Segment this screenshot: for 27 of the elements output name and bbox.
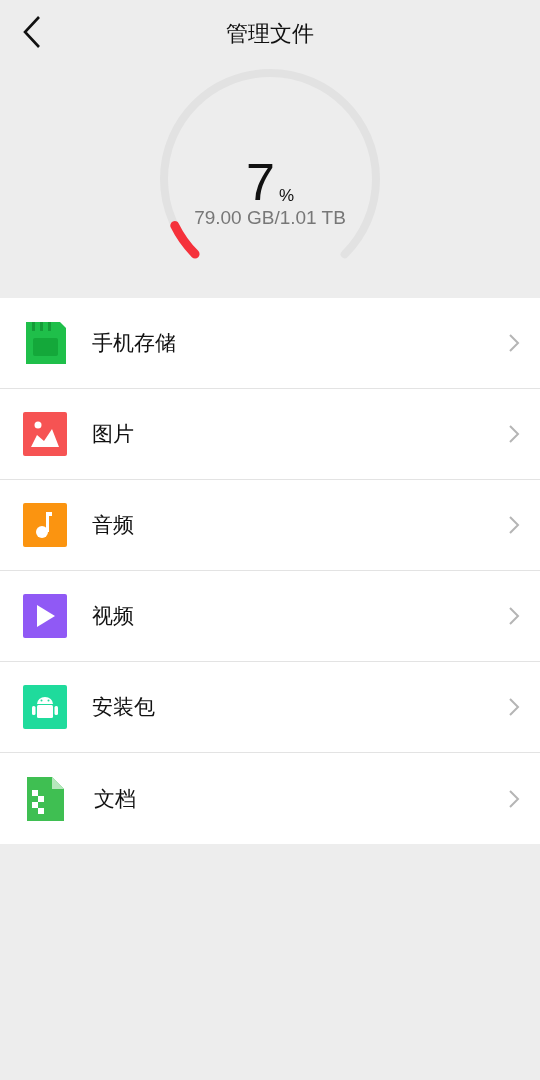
play-icon xyxy=(22,593,68,639)
category-label: 图片 xyxy=(92,421,135,448)
chevron-right-icon xyxy=(508,606,520,626)
chevron-right-icon xyxy=(508,333,520,353)
category-label: 手机存储 xyxy=(92,330,177,357)
chevron-right-icon xyxy=(508,424,520,444)
percent-sign: % xyxy=(278,186,294,206)
page-title: 管理文件 xyxy=(226,19,314,48)
chevron-right-icon xyxy=(508,515,520,535)
back-icon xyxy=(22,15,42,49)
category-row[interactable]: 图片 xyxy=(0,389,540,480)
android-icon xyxy=(22,684,68,730)
category-row[interactable]: 视频 xyxy=(0,571,540,662)
category-row[interactable]: 音频 xyxy=(0,480,540,571)
category-row[interactable]: 手机存储 xyxy=(0,298,540,389)
chevron-right-icon xyxy=(508,788,520,809)
category-label: 文档 xyxy=(94,785,137,812)
image-icon xyxy=(22,411,68,457)
category-row[interactable]: 文档 xyxy=(0,753,540,844)
category-label: 安装包 xyxy=(92,694,156,721)
category-label: 音频 xyxy=(92,512,135,539)
chevron-right-icon xyxy=(508,697,520,717)
category-row[interactable]: 安装包 xyxy=(0,662,540,753)
usage-percent: 7 xyxy=(245,156,275,208)
category-label: 视频 xyxy=(92,603,135,630)
music-note-icon xyxy=(22,502,68,548)
storage-usage: 79.00 GB/1.01 TB xyxy=(194,206,346,230)
